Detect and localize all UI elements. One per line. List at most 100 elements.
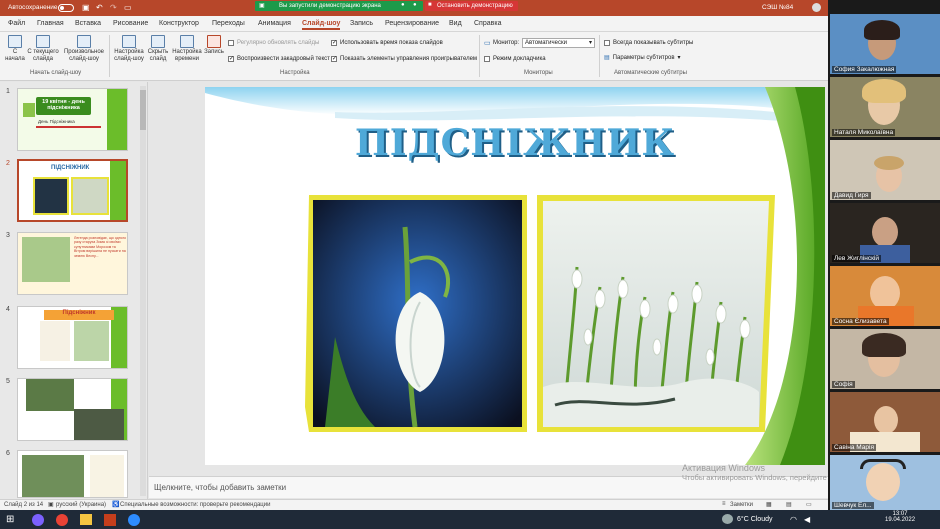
undo-icon[interactable]: ↶ (96, 3, 103, 12)
clock[interactable]: 13:07 19.04.2022 (885, 511, 915, 523)
accessibility-status[interactable]: Специальные возможности: проверьте реком… (120, 502, 270, 508)
slide-number: 2 (6, 160, 10, 167)
tab-design[interactable]: Конструктор (159, 20, 199, 27)
checkbox-icon (228, 40, 234, 46)
tab-draw[interactable]: Рисование (113, 20, 148, 27)
chevron-down-icon: ▾ (588, 40, 592, 46)
chrome-icon[interactable] (56, 514, 68, 526)
participant-tile[interactable]: Савіна Марія (830, 392, 940, 452)
reading-view-icon[interactable]: ▭ (806, 501, 812, 508)
slide-number: 1 (6, 88, 10, 95)
clock-date: 19.04.2022 (885, 517, 916, 523)
accessibility-icon: ♿ (112, 502, 120, 508)
notes-toggle-button[interactable]: Заметки (730, 502, 753, 508)
checkbox-icon (484, 56, 490, 62)
show-controls-checkbox[interactable]: ✓ Показать элементы управления проигрыват… (331, 56, 477, 62)
check-icon: ✓ (228, 56, 235, 62)
update-slides-checkbox[interactable]: Регулярно обновлять слайды (228, 40, 319, 46)
tab-record[interactable]: Запись (350, 20, 373, 27)
app-icon[interactable] (32, 514, 44, 526)
slide-thumbnail-pane: 1 19 квітня - день підсніжника День Підс… (0, 82, 148, 499)
snowdrops-image (22, 455, 84, 497)
custom-show-button[interactable]: Произвольное слайд-шоу (62, 35, 106, 63)
custom-show-icon (77, 35, 91, 48)
timer-icon (180, 35, 194, 48)
volume-icon[interactable]: ◀ (804, 515, 810, 524)
thumb-text-block (40, 321, 70, 361)
slide-thumbnail-1[interactable]: 19 квітня - день підсніжника День Підсні… (17, 88, 128, 151)
save-icon[interactable]: ▣ (82, 3, 90, 12)
tab-view[interactable]: Вид (449, 20, 462, 27)
thumbnail-scrollbar[interactable] (140, 86, 146, 496)
hide-slide-icon (151, 35, 165, 48)
slide-thumbnail-5[interactable] (17, 378, 128, 441)
redo-icon[interactable]: ↷ (110, 3, 117, 12)
slide-thumbnail-2[interactable]: ПІДСНІЖНИК (17, 159, 128, 222)
monitor-select[interactable]: Автоматически ▾ (522, 38, 595, 48)
always-subtitles-checkbox[interactable]: Всегда показывать субтитры (604, 40, 693, 46)
zoom-icon[interactable] (128, 514, 140, 526)
tab-insert[interactable]: Вставка (75, 20, 101, 27)
video-participants-panel: София Закалюжная Наталя Миколаївна Давид… (828, 0, 940, 510)
main-slide[interactable]: ПІДСНІЖНИК (205, 87, 825, 465)
participant-tile[interactable]: Софія (830, 329, 940, 389)
ribbon-tabs: Файл Главная Вставка Рисование Конструкт… (0, 16, 828, 32)
slide-thumbnail-4[interactable]: Підсніжник (17, 306, 128, 369)
hide-slide-button[interactable]: Скрыть слайд (146, 35, 170, 63)
present-icon[interactable]: ▭ (124, 3, 132, 12)
notes-icon: ≡ (722, 501, 726, 507)
participant-tile[interactable]: София Закалюжная (830, 14, 940, 74)
thumb-title: Підсніжник (44, 310, 114, 320)
avatar[interactable] (812, 3, 821, 12)
ribbon: С начала С текущего слайда Произвольное … (0, 32, 828, 81)
slide-counter: Слайд 2 из 14 (4, 502, 44, 508)
tab-help[interactable]: Справка (474, 20, 501, 27)
use-timings-checkbox[interactable]: ✓ Использовать время показа слайдов (331, 40, 443, 46)
autosave-toggle[interactable] (58, 4, 74, 12)
snowdrop-image (33, 177, 69, 215)
powerpoint-icon[interactable] (104, 514, 116, 526)
group-label-monitors: Мониторы (524, 70, 553, 76)
participant-tile[interactable]: Шевчук Ел... (830, 455, 940, 510)
stop-share-button[interactable]: ■ Остановить демонстрацию (425, 1, 518, 11)
participant-tile[interactable]: Лев Жиглінскій (830, 203, 940, 263)
stop-share-label: Остановить демонстрацию (437, 3, 513, 9)
weather-icon (722, 514, 733, 524)
language-status[interactable]: русский (Украина) (56, 502, 106, 508)
folder-icon[interactable] (80, 514, 92, 525)
monitor-label: Монитор: (493, 40, 520, 46)
tab-file[interactable]: Файл (8, 20, 25, 27)
subtitle-settings-button[interactable]: ▤ Параметры субтитров ▾ (604, 54, 681, 62)
tab-transitions[interactable]: Переходы (212, 20, 245, 27)
weather-text[interactable]: 6°C Cloudy (737, 516, 772, 523)
video-icon[interactable]: ● (413, 2, 417, 8)
play-narration-checkbox[interactable]: ✓ Воспроизвести закадровый текст (228, 56, 330, 62)
tab-review[interactable]: Рецензирование (385, 20, 439, 27)
participant-tile[interactable]: Сосна Єлизавета (830, 266, 940, 326)
tab-slideshow[interactable]: Слайд-шоу (302, 20, 341, 30)
slide-thumbnail-6[interactable] (17, 450, 128, 498)
status-bar: Слайд 2 из 14 ▣ русский (Украина) ♿ Спец… (0, 499, 828, 510)
spellcheck-icon[interactable]: ▣ (48, 501, 54, 508)
from-current-button[interactable]: С текущего слайда (27, 35, 59, 63)
participant-face (874, 406, 898, 434)
participant-tile[interactable]: Наталя Миколаївна (830, 77, 940, 137)
tab-animations[interactable]: Анимация (258, 20, 291, 27)
slide-thumbnail-3[interactable]: Легенда розповідає, що одного разу стару… (17, 232, 128, 295)
thumb-text-block (90, 455, 124, 497)
tab-home[interactable]: Главная (37, 20, 64, 27)
setup-show-button[interactable]: Настройка слайд-шоу (113, 35, 145, 63)
thumb-text-line (36, 126, 101, 128)
network-icon[interactable]: ◠ (790, 515, 797, 524)
stop-icon: ■ (428, 2, 432, 8)
thumb-title: 19 квітня - день підсніжника (36, 97, 91, 115)
mic-icon[interactable]: ● (401, 2, 405, 8)
sorter-view-icon[interactable]: ▤ (786, 501, 792, 508)
presenter-view-checkbox[interactable]: Режим докладчика (484, 56, 546, 62)
normal-view-icon[interactable]: ▦ (766, 501, 772, 508)
participant-tile[interactable]: Давид Гиря (830, 140, 940, 200)
from-start-button[interactable]: С начала (4, 35, 26, 63)
rehearse-timings-button[interactable]: Настройка времени (172, 35, 202, 63)
record-button[interactable]: Запись (203, 35, 225, 56)
start-icon[interactable]: ⊞ (6, 514, 14, 525)
